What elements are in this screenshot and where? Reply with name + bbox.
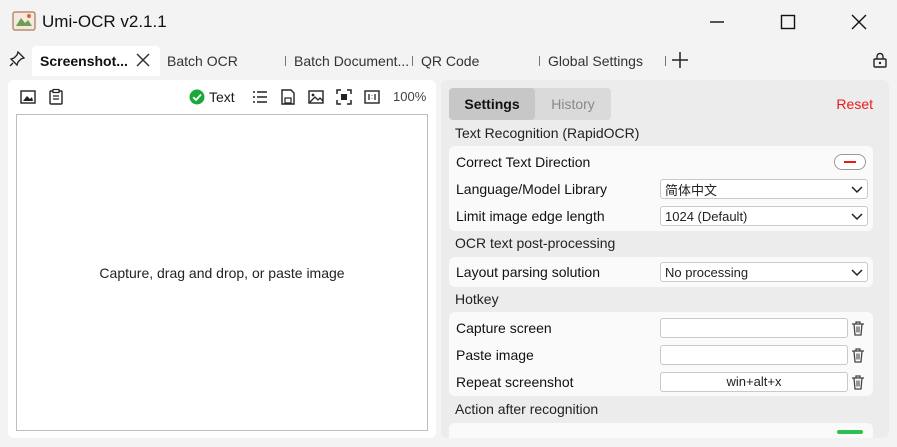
maximize-icon	[780, 14, 796, 30]
toggle-on-indicator[interactable]	[837, 430, 863, 434]
settings-history-tabs: Settings History	[449, 88, 611, 120]
close-window-button[interactable]	[829, 0, 889, 44]
chevron-down-icon	[851, 269, 863, 277]
trash-icon[interactable]	[850, 320, 866, 336]
group-title-ocr: Text Recognition (RapidOCR)	[455, 125, 640, 141]
correct-direction-toggle[interactable]	[834, 154, 866, 170]
reset-button[interactable]: Reset	[836, 96, 873, 112]
title-bar: Umi-OCR v2.1.1	[0, 0, 897, 44]
tab-separator	[412, 56, 413, 66]
limit-edge-select-value: 1024 (Default)	[665, 208, 748, 224]
trash-icon[interactable]	[850, 347, 866, 363]
paste-hotkey-input[interactable]	[660, 345, 848, 365]
tab-label: Batch Document...	[294, 53, 410, 69]
tab-separator	[665, 56, 666, 66]
capture-label: Capture screen	[456, 320, 552, 336]
language-select-value: 简体中文	[665, 182, 718, 198]
text-toggle[interactable]: Text	[189, 88, 235, 106]
app-logo-icon	[12, 11, 36, 31]
close-icon	[851, 14, 867, 30]
repeat-hotkey-input[interactable]: win+alt+x	[660, 372, 848, 392]
tab-global-settings[interactable]: Global Settings	[548, 46, 643, 76]
tab-qr-code[interactable]: QR Code	[421, 46, 479, 76]
settings-panel: Settings History Reset Text Recognition …	[441, 80, 889, 438]
fit-screen-icon[interactable]	[335, 88, 353, 106]
tab-history[interactable]: History	[535, 88, 611, 120]
check-circle-icon	[189, 89, 205, 105]
tab-batch-ocr[interactable]: Batch OCR	[167, 46, 238, 76]
limit-edge-select[interactable]: 1024 (Default)	[660, 206, 868, 226]
tab-batch-document[interactable]: Batch Document...	[294, 46, 409, 76]
post-processing-card: Layout parsing solution No processing	[449, 257, 873, 287]
language-select[interactable]: 简体中文	[660, 179, 868, 199]
list-icon[interactable]	[251, 88, 269, 106]
limit-edge-label: Limit image edge length	[456, 208, 605, 224]
trash-icon[interactable]	[850, 374, 866, 390]
zoom-level: 100%	[393, 89, 427, 104]
group-title-post: OCR text post-processing	[455, 235, 616, 251]
paste-clipboard-icon[interactable]	[47, 88, 65, 106]
toggle-off-indicator	[844, 161, 856, 163]
hotkey-card: Capture screen Paste image Repeat screen…	[449, 312, 873, 396]
tab-label: Global Settings	[548, 53, 643, 69]
repeat-label: Repeat screenshot	[456, 374, 574, 390]
tab-settings[interactable]: Settings	[449, 88, 535, 120]
maximize-button[interactable]	[758, 0, 818, 44]
chevron-down-icon	[851, 213, 863, 221]
image-toolbar: Text 100%	[8, 80, 436, 114]
layout-select[interactable]: No processing	[660, 262, 868, 282]
screenshot-image-icon[interactable]	[19, 88, 37, 106]
image-drop-area[interactable]: Capture, drag and drop, or paste image	[16, 114, 428, 431]
minimize-button[interactable]	[687, 0, 747, 44]
text-toggle-label: Text	[209, 89, 235, 105]
layout-label: Layout parsing solution	[456, 264, 600, 280]
chevron-down-icon	[851, 186, 863, 194]
paste-label: Paste image	[456, 347, 534, 363]
group-title-action: Action after recognition	[455, 401, 599, 417]
lock-icon[interactable]	[871, 51, 889, 69]
image-icon[interactable]	[307, 88, 325, 106]
language-label: Language/Model Library	[456, 181, 607, 197]
group-title-hotkey: Hotkey	[455, 291, 499, 307]
tab-bar: Screenshot... Batch OCR Batch Document..…	[0, 44, 897, 76]
capture-hotkey-input[interactable]	[660, 318, 848, 338]
drop-area-hint: Capture, drag and drop, or paste image	[99, 264, 345, 281]
ocr-settings-card: Correct Text Direction Language/Model Li…	[449, 146, 873, 231]
save-icon[interactable]	[279, 88, 297, 106]
actual-size-icon[interactable]	[363, 88, 381, 106]
correct-direction-label: Correct Text Direction	[456, 154, 591, 170]
tab-label: QR Code	[421, 53, 480, 69]
tab-separator	[285, 56, 286, 66]
add-tab-icon[interactable]	[670, 50, 690, 70]
window-title: Umi-OCR v2.1.1	[42, 12, 167, 31]
layout-select-value: No processing	[665, 264, 749, 280]
pin-icon[interactable]	[8, 50, 26, 68]
close-tab-icon[interactable]	[136, 53, 150, 67]
image-panel: Text 100% Capture, drag and drop, or pas…	[8, 80, 436, 438]
minimize-icon	[710, 21, 724, 23]
action-card	[449, 423, 873, 438]
tab-separator	[539, 56, 540, 66]
tab-label: Batch OCR	[167, 53, 238, 69]
tab-label: Screenshot...	[40, 53, 128, 69]
